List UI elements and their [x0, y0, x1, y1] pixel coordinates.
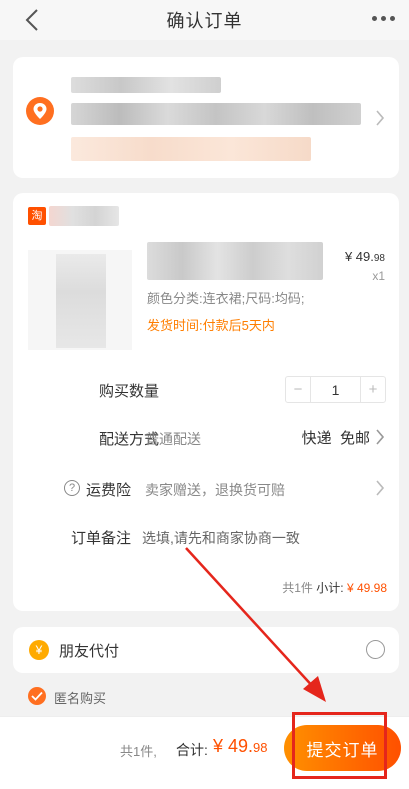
friend-pay-radio[interactable] [366, 640, 385, 659]
redacted-address [71, 103, 361, 125]
footer-total-label: 合计: [176, 742, 208, 758]
redacted-shop-name [49, 206, 119, 226]
address-card[interactable] [13, 57, 399, 178]
more-dots-icon[interactable] [372, 16, 395, 21]
quantity-plus-button[interactable]: + [360, 377, 385, 402]
redacted-name [71, 77, 221, 93]
chevron-right-icon [376, 110, 385, 126]
product-qty: x1 [372, 269, 385, 283]
chevron-left-icon[interactable] [22, 8, 44, 32]
order-card: 淘 颜色分类:连衣裙;尺码:均码; 发货时间:付款后5天内 ¥ 49.98 x1… [13, 193, 399, 611]
anonymous-checkbox[interactable] [28, 687, 46, 705]
note-input[interactable]: 选填,请先和商家协商一致 [142, 528, 300, 548]
product-price: ¥ 49.98 [344, 249, 385, 264]
product-spec: 颜色分类:连衣裙;尺码:均码; [147, 291, 305, 306]
ship-time: 发货时间:付款后5天内 [147, 318, 275, 333]
quantity-minus-button[interactable]: − [286, 377, 311, 402]
shop-badge: 淘 [28, 207, 46, 225]
insurance-label: 运费险 [86, 482, 132, 499]
nav-bar: 确认订单 [0, 0, 409, 40]
help-icon[interactable]: ? [64, 480, 80, 496]
friend-pay-label: 朋友代付 [59, 643, 120, 660]
redacted-address-line2 [71, 137, 311, 161]
note-label: 订单备注 [71, 530, 132, 547]
page-title: 确认订单 [166, 11, 243, 31]
location-pin-icon [26, 97, 54, 125]
footer-total: ¥ 49.98 [213, 736, 268, 756]
insurance-chevron-icon[interactable] [375, 479, 385, 497]
friend-pay-row[interactable]: ¥ 朋友代付 [13, 627, 399, 673]
delivery-chevron-icon[interactable] [375, 428, 385, 446]
delivery-courier[interactable]: 快递 免邮 [302, 427, 370, 448]
quantity-stepper[interactable]: − 1 + [285, 376, 386, 403]
delivery-method: 普通配送 [145, 431, 201, 447]
subtotal: 共1件 小计: ¥ 49.98 [282, 581, 387, 595]
yuan-coin-icon: ¥ [29, 640, 49, 660]
product-thumbnail[interactable] [28, 250, 132, 350]
redacted-product-name [147, 242, 323, 280]
quantity-value[interactable]: 1 [311, 377, 360, 402]
footer-count: 共1件, [120, 744, 157, 759]
anonymous-label: 匿名购买 [54, 691, 107, 706]
annotation-box [292, 712, 387, 779]
quantity-label: 购买数量 [99, 383, 160, 400]
insurance-desc: 卖家赠送，退换货可赔 [145, 482, 285, 498]
